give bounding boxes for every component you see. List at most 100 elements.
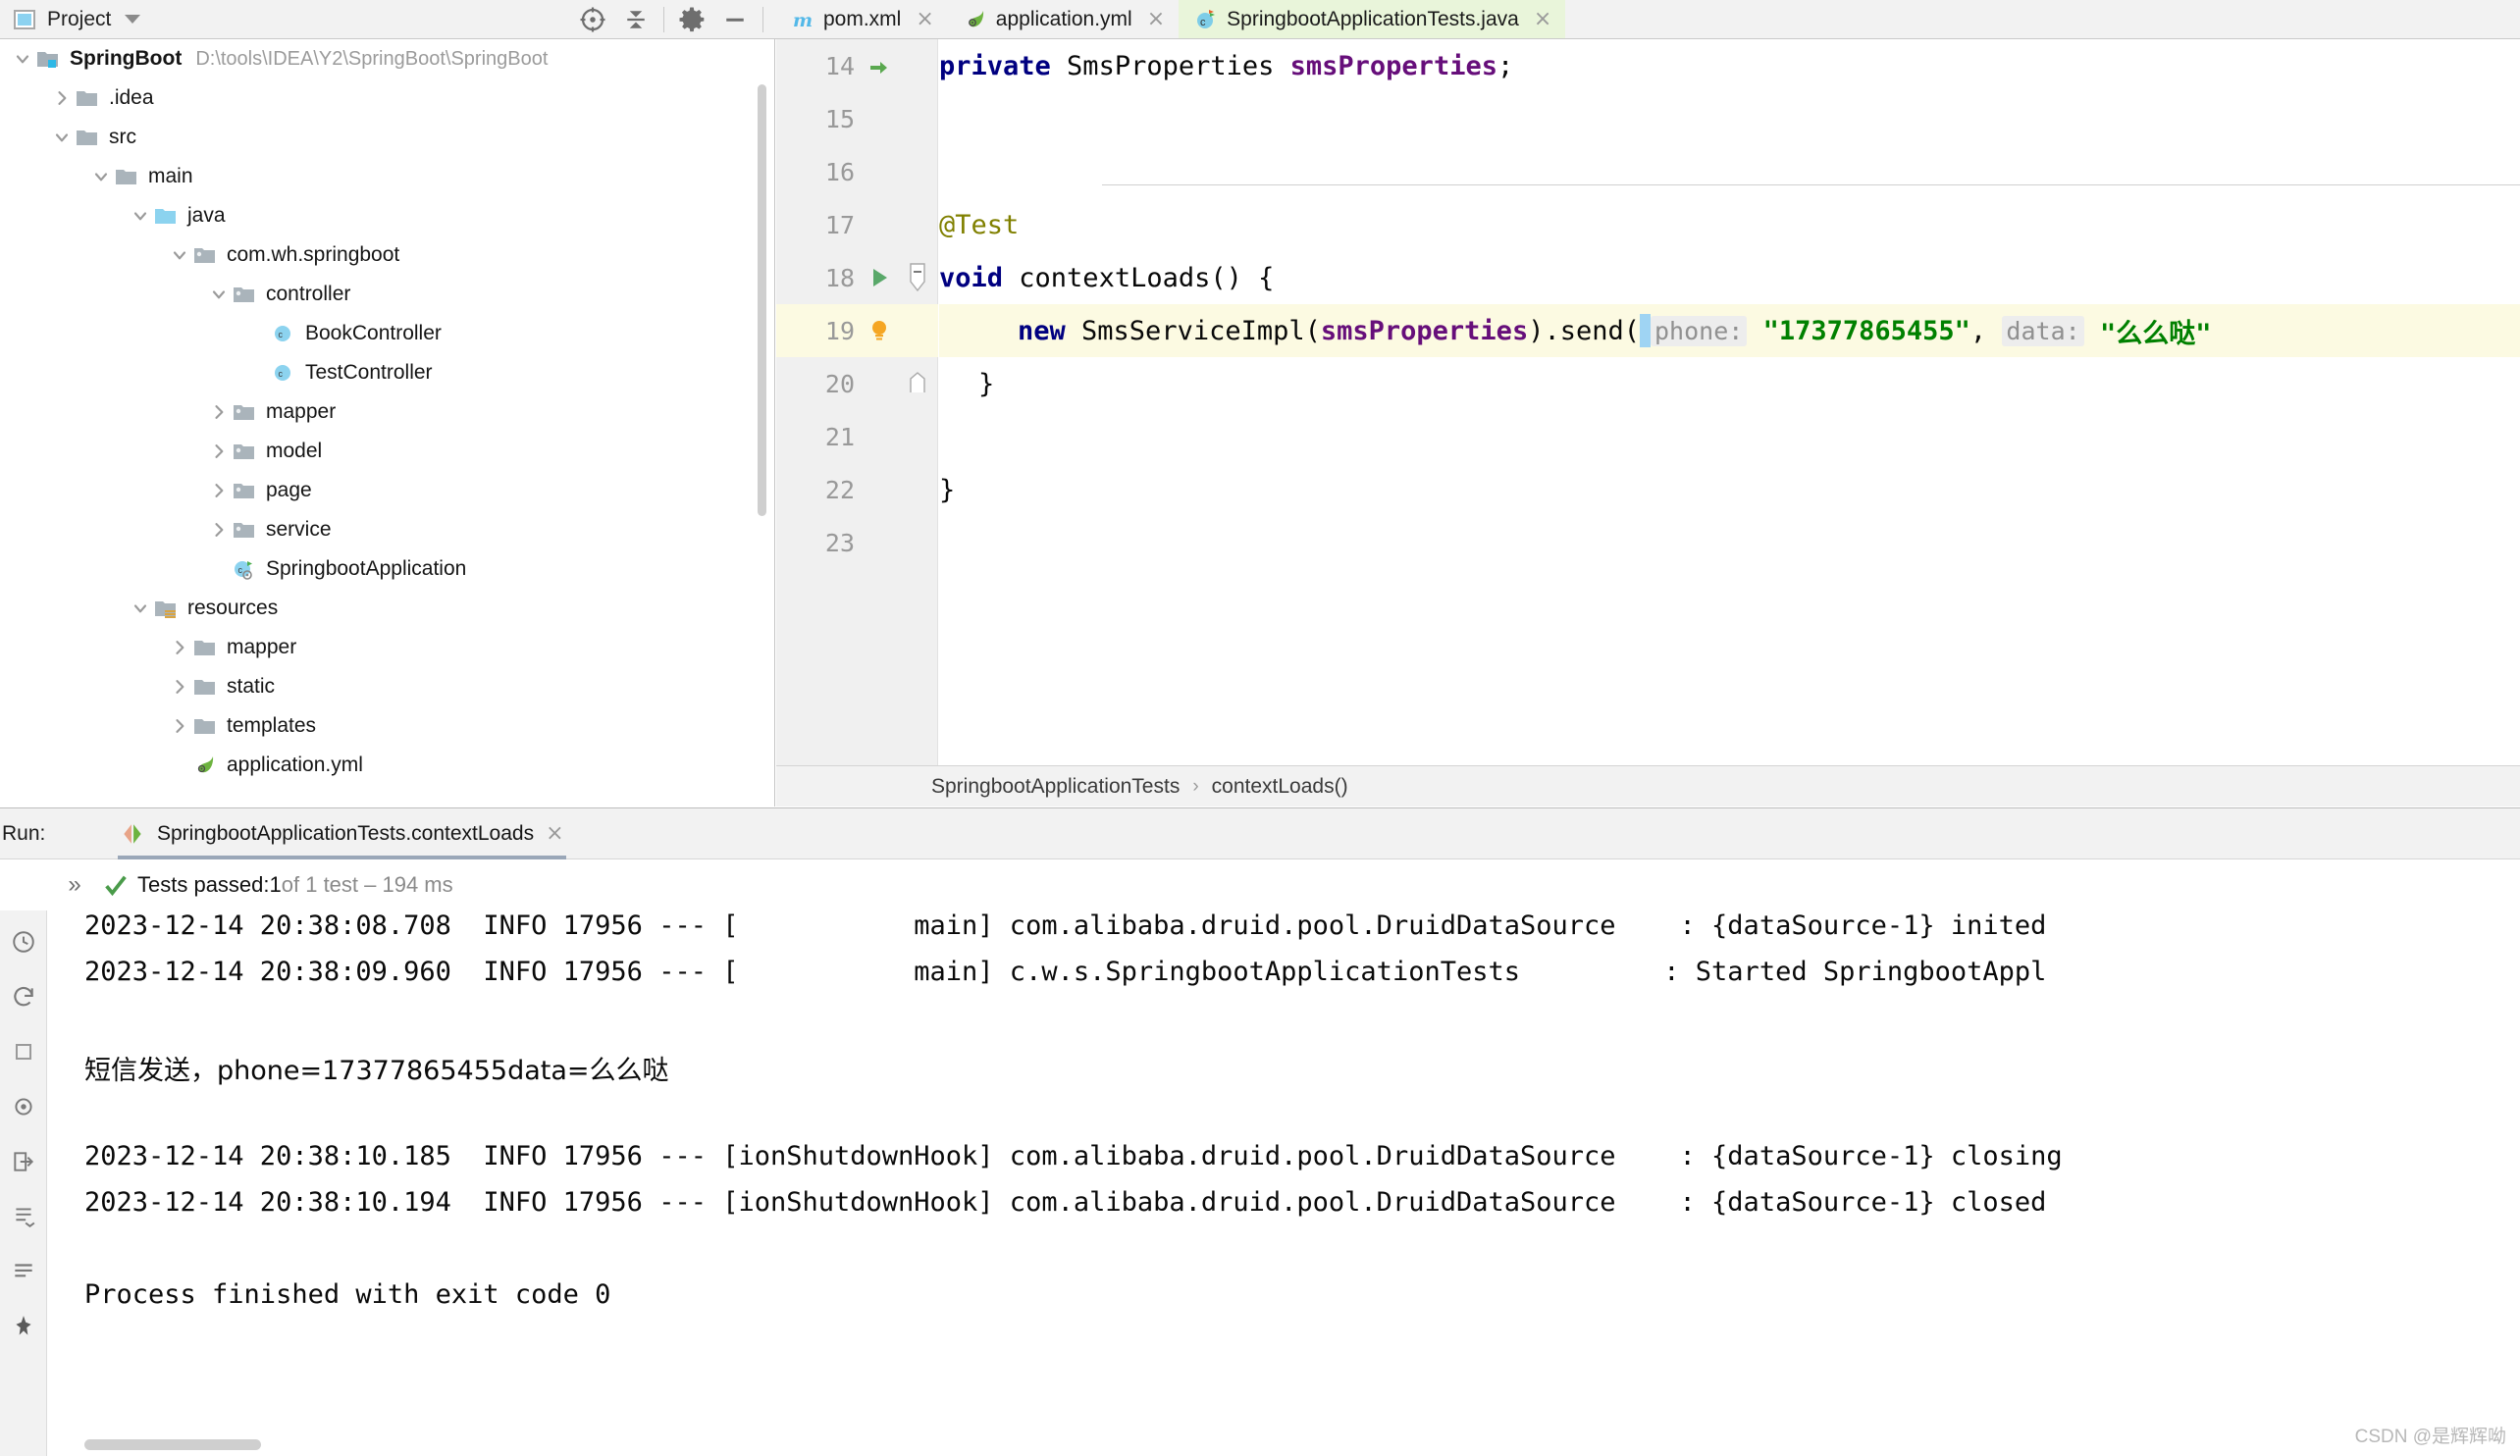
close-icon[interactable]: × — [1534, 8, 1551, 30]
gutter-line-22[interactable]: 22 — [776, 463, 938, 516]
tree-item-label: resources — [187, 597, 279, 619]
gutter-line-17[interactable]: 17 — [776, 198, 938, 251]
tree-item-mapper[interactable]: mapper — [0, 392, 774, 432]
tree-item-static[interactable]: static — [0, 667, 774, 706]
code-keyword-new: new — [1018, 315, 1066, 346]
chevron-down-icon[interactable] — [125, 15, 141, 24]
gutter-line-16[interactable]: 16 — [776, 145, 938, 198]
tree-item-java[interactable]: java — [0, 196, 774, 235]
tree-item-label: service — [266, 518, 332, 541]
tree-item-controller[interactable]: controller — [0, 275, 774, 314]
tree-toggle-down-icon[interactable] — [167, 245, 192, 265]
breadcrumb-method[interactable]: contextLoads() — [1212, 775, 1348, 799]
gutter-line-14[interactable]: 14 — [776, 39, 938, 92]
editor-gutter[interactable]: 14 15 16 17 18 19 20 21 22 23 — [776, 39, 938, 765]
run-tab-contextloads[interactable]: SpringbootApplicationTests.contextLoads … — [110, 808, 574, 859]
gutter-marker-override-arrow[interactable] — [861, 54, 898, 78]
code-annotation-test: @Test — [939, 209, 1020, 240]
console-output[interactable]: 2023-12-14 20:38:08.708 INFO 17956 --- [… — [84, 910, 2520, 1456]
rerun-failed-icon[interactable] — [0, 914, 47, 969]
tree-toggle-down-icon[interactable] — [128, 206, 153, 226]
tree-item-application-yml[interactable]: application.yml — [0, 746, 774, 785]
code-string-data: "么么哒" — [2099, 318, 2212, 349]
tree-item-main[interactable]: main — [0, 157, 774, 196]
locate-icon[interactable] — [571, 0, 614, 39]
code-editor[interactable]: 14 15 16 17 18 19 20 21 22 23 private SmsProperti… — [776, 39, 2520, 765]
scroll-to-end-icon[interactable] — [0, 1189, 47, 1244]
close-icon[interactable]: × — [916, 8, 933, 30]
tree-item-page[interactable]: page — [0, 471, 774, 510]
tree-item-model[interactable]: model — [0, 432, 774, 471]
package-icon — [232, 480, 257, 501]
tree-item-springboot[interactable]: SpringBoot D:\tools\IDEA\Y2\SpringBoot\Sp… — [0, 39, 774, 78]
close-icon[interactable]: × — [1147, 8, 1165, 30]
gutter-line-15[interactable]: 15 — [776, 92, 938, 145]
code-keyword-private: private — [939, 50, 1051, 81]
line-number: 16 — [824, 157, 855, 186]
tree-item-com-wh-springboot[interactable]: com.wh.springboot — [0, 235, 774, 275]
tab-application-yml[interactable]: application.yml × — [948, 0, 1179, 38]
tab-label: pom.xml — [823, 7, 902, 30]
tree-toggle-down-icon[interactable] — [206, 285, 232, 304]
tree-item-springbootapplication[interactable]: c SpringbootApplication — [0, 549, 774, 589]
export-icon[interactable] — [0, 1134, 47, 1189]
gutter-line-19[interactable]: 19 — [776, 304, 938, 357]
gutter-line-20[interactable]: 20 — [776, 357, 938, 410]
tree-toggle-down-icon[interactable] — [88, 167, 114, 186]
gutter-line-21[interactable]: 21 — [776, 410, 938, 463]
tree-item-bookcontroller[interactable]: c BookController — [0, 314, 774, 353]
watermark: CSDN @是辉辉呦 — [2354, 1427, 2506, 1447]
toggle-auto-test-icon[interactable] — [0, 969, 47, 1024]
gutter-line-18[interactable]: 18 — [776, 251, 938, 304]
tree-item--idea[interactable]: .idea — [0, 78, 774, 118]
tree-toggle-right-icon[interactable] — [206, 402, 232, 422]
pin-icon[interactable] — [0, 1299, 47, 1354]
project-tree-scrollbar[interactable] — [758, 84, 766, 516]
tree-toggle-right-icon[interactable] — [167, 677, 192, 697]
gutter-marker-bulb[interactable] — [861, 318, 898, 343]
gutter-line-23[interactable]: 23 — [776, 516, 938, 569]
tab-label: application.yml — [995, 7, 1132, 30]
editor-code-area[interactable]: private SmsProperties smsProperties; @Te… — [939, 39, 2520, 765]
tree-item-label: src — [109, 126, 136, 148]
tree-toggle-right-icon[interactable] — [206, 442, 232, 461]
fold-control-minus[interactable] — [898, 262, 937, 293]
tree-toggle-down-icon[interactable] — [128, 598, 153, 618]
tree-item-templates[interactable]: templates — [0, 706, 774, 746]
text-caret — [1640, 314, 1651, 347]
collapse-all-icon[interactable] — [614, 0, 657, 39]
tree-toggle-right-icon[interactable] — [167, 716, 192, 736]
tree-toggle-right-icon[interactable] — [206, 520, 232, 540]
wrap-text-icon[interactable] — [0, 1244, 47, 1299]
folder-gray-icon — [114, 166, 139, 187]
code-send-call: ).send( — [1528, 315, 1640, 346]
tree-toggle-down-icon[interactable] — [49, 128, 75, 147]
print-icon[interactable] — [0, 1079, 47, 1134]
expand-chevrons-icon[interactable]: » — [47, 871, 102, 899]
minimize-icon[interactable] — [713, 0, 757, 39]
stop-icon[interactable] — [0, 1024, 47, 1079]
tree-item-testcontroller[interactable]: c TestController — [0, 353, 774, 392]
console-horizontal-scrollbar[interactable] — [84, 1439, 261, 1450]
tree-toggle-right-icon[interactable] — [49, 88, 75, 108]
tab-springboot-application-tests[interactable]: c SpringbootApplicationTests.java × — [1179, 0, 1566, 38]
tree-item-src[interactable]: src — [0, 118, 774, 157]
tree-toggle-right-icon[interactable] — [206, 481, 232, 500]
breadcrumb-class[interactable]: SpringbootApplicationTests — [931, 775, 1180, 799]
tree-toggle-down-icon[interactable] — [10, 49, 35, 69]
gear-icon[interactable] — [670, 0, 713, 39]
tree-item-mapper[interactable]: mapper — [0, 628, 774, 667]
gutter-marker-run-green[interactable] — [861, 266, 898, 289]
fold-control-end[interactable] — [898, 371, 937, 396]
console-line: 短信发送，phone=17377865455data=么么哒 — [84, 1056, 669, 1086]
console-line: 2023-12-14 20:38:10.194 INFO 17956 --- [… — [84, 1187, 2047, 1218]
tree-toggle-right-icon[interactable] — [167, 638, 192, 657]
tree-item-label: mapper — [227, 636, 297, 658]
tree-item-service[interactable]: service — [0, 510, 774, 549]
project-tree-panel[interactable]: SpringBoot D:\tools\IDEA\Y2\SpringBoot\Sp… — [0, 39, 775, 806]
close-icon[interactable]: × — [546, 821, 563, 846]
line-number: 18 — [824, 263, 855, 292]
tab-pom-xml[interactable]: m pom.xml × — [775, 0, 948, 38]
tree-item-label: SpringbootApplication — [266, 557, 467, 580]
tree-item-resources[interactable]: resources — [0, 589, 774, 628]
